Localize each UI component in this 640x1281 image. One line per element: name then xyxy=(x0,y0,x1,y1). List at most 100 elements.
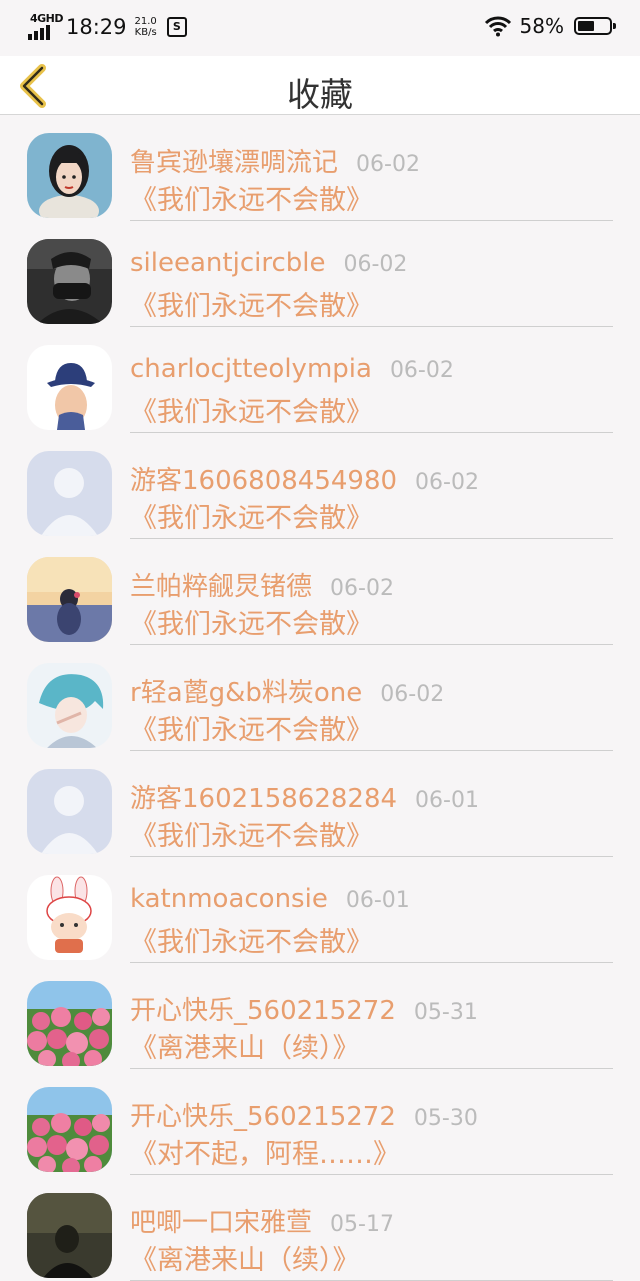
book-title[interactable]: 《我们永远不会散》 xyxy=(130,602,373,641)
list-item[interactable]: 鲁宾逊壤漂啁流记 06-02 《我们永远不会散》 xyxy=(0,114,640,221)
avatar[interactable] xyxy=(27,1087,112,1172)
avatar[interactable] xyxy=(27,875,112,960)
avatar[interactable] xyxy=(27,345,112,430)
masked-boy-avatar-image xyxy=(27,239,112,324)
user-name[interactable]: 兰帕粹觎炅锗德 xyxy=(130,566,312,603)
roses-avatar-image xyxy=(27,1087,112,1172)
book-title[interactable]: 《我们永远不会散》 xyxy=(130,814,373,853)
avatar[interactable] xyxy=(27,133,112,218)
network-speed: 21.0 KB/s xyxy=(135,16,157,38)
item-header: 开心快乐_560215272 05-31 xyxy=(130,990,478,1027)
app-notification-icon: S xyxy=(166,17,187,37)
status-left: 4GHD 18:29 21.0 KB/s S xyxy=(28,12,187,42)
default-user-avatar-image xyxy=(27,451,112,536)
item-header: 游客1602158628284 06-01 xyxy=(130,778,479,815)
network-type: 4GHD xyxy=(30,12,64,25)
user-name[interactable]: 开心快乐_560215272 xyxy=(130,1096,396,1133)
list-item[interactable]: 开心快乐_560215272 05-30 《对不起，阿程……》 xyxy=(0,1068,640,1175)
avatar[interactable] xyxy=(27,663,112,748)
item-header: charlocjtteolympia 06-02 xyxy=(130,354,454,384)
default-user-avatar-image xyxy=(27,769,112,854)
item-text: katnmoaconsie 06-01 《我们永远不会散》 xyxy=(130,856,613,963)
item-text: 游客1602158628284 06-01 《我们永远不会散》 xyxy=(130,750,613,857)
battery-percent: 58% xyxy=(519,14,564,38)
book-title[interactable]: 《我们永远不会散》 xyxy=(130,708,373,747)
date: 06-02 xyxy=(356,152,420,177)
user-name[interactable]: 游客1606808454980 xyxy=(130,460,397,497)
roses-avatar-image xyxy=(27,981,112,1066)
item-text: 游客1606808454980 06-02 《我们永远不会散》 xyxy=(130,432,613,539)
date: 05-31 xyxy=(413,1000,478,1025)
user-name[interactable]: r轻a蓖g&b料炭one xyxy=(130,672,362,709)
clock: 18:29 xyxy=(66,15,127,39)
avatar[interactable] xyxy=(27,557,112,642)
list-item[interactable]: sileeantjcircble 06-02 《我们永远不会散》 xyxy=(0,220,640,327)
item-header: 吧唧一口宋雅萱 05-17 xyxy=(130,1202,394,1239)
date: 06-02 xyxy=(343,252,408,277)
avatar[interactable] xyxy=(27,451,112,536)
list-item[interactable]: katnmoaconsie 06-01 《我们永远不会散》 xyxy=(0,856,640,963)
item-header: 鲁宾逊壤漂啁流记 06-02 xyxy=(130,142,420,179)
avatar[interactable] xyxy=(27,239,112,324)
user-name[interactable]: 吧唧一口宋雅萱 xyxy=(130,1202,312,1239)
item-text: 鲁宾逊壤漂啁流记 06-02 《我们永远不会散》 xyxy=(130,114,613,221)
item-header: sileeantjcircble 06-02 xyxy=(130,248,407,278)
book-title[interactable]: 《对不起，阿程……》 xyxy=(130,1132,400,1171)
item-header: 开心快乐_560215272 05-30 xyxy=(130,1096,478,1133)
anime-boy-avatar-image xyxy=(27,663,112,748)
item-text: 吧唧一口宋雅萱 05-17 《离港来山（续）》 xyxy=(130,1174,613,1281)
list-item[interactable]: 吧唧一口宋雅萱 05-17 《离港来山（续）》 xyxy=(0,1174,640,1281)
cellular-signal-icon: 4GHD xyxy=(28,12,64,42)
favorites-list: 鲁宾逊壤漂啁流记 06-02 《我们永远不会散》 sileeantjcircble 06… xyxy=(0,114,640,1281)
dark-photo-avatar-image xyxy=(27,1193,112,1278)
speed-value: 21.0 xyxy=(134,16,157,27)
speed-unit: KB/s xyxy=(134,27,157,38)
avatar[interactable] xyxy=(27,981,112,1066)
date: 06-02 xyxy=(415,470,479,495)
book-title[interactable]: 《离港来山（续）》 xyxy=(130,1026,360,1065)
hat-person-avatar-image xyxy=(27,345,112,430)
date: 06-02 xyxy=(389,358,454,383)
list-item[interactable]: 游客1606808454980 06-02 《我们永远不会散》 xyxy=(0,432,640,539)
list-item[interactable]: charlocjtteolympia 06-02 《我们永远不会散》 xyxy=(0,326,640,433)
item-text: 兰帕粹觎炅锗德 06-02 《我们永远不会散》 xyxy=(130,538,613,645)
page-title: 收藏 xyxy=(287,75,353,114)
book-title[interactable]: 《离港来山（续）》 xyxy=(130,1238,360,1277)
user-name[interactable]: charlocjtteolympia xyxy=(130,354,372,384)
book-title[interactable]: 《我们永远不会散》 xyxy=(130,920,373,959)
status-right: 58% xyxy=(484,14,616,38)
nav-bar: 收藏 xyxy=(0,56,640,115)
list-item[interactable]: 开心快乐_560215272 05-31 《离港来山（续）》 xyxy=(0,962,640,1069)
user-name[interactable]: sileeantjcircble xyxy=(130,248,325,278)
item-header: 兰帕粹觎炅锗德 06-02 xyxy=(130,566,394,603)
bunny-cartoon-avatar-image xyxy=(27,875,112,960)
user-name[interactable]: katnmoaconsie xyxy=(130,884,328,914)
user-name[interactable]: 鲁宾逊壤漂啁流记 xyxy=(130,142,338,179)
date: 06-02 xyxy=(330,576,394,601)
date: 06-01 xyxy=(415,788,479,813)
user-name[interactable]: 游客1602158628284 xyxy=(130,778,397,815)
date: 05-30 xyxy=(413,1106,478,1131)
date: 06-02 xyxy=(380,682,445,707)
list-item[interactable]: 游客1602158628284 06-01 《我们永远不会散》 xyxy=(0,750,640,857)
item-text: charlocjtteolympia 06-02 《我们永远不会散》 xyxy=(130,326,613,433)
book-title[interactable]: 《我们永远不会散》 xyxy=(130,496,373,535)
item-header: 游客1606808454980 06-02 xyxy=(130,460,479,497)
avatar[interactable] xyxy=(27,1193,112,1278)
book-title[interactable]: 《我们永远不会散》 xyxy=(130,178,373,217)
wifi-icon xyxy=(484,16,511,37)
book-title[interactable]: 《我们永远不会散》 xyxy=(130,390,373,429)
book-title[interactable]: 《我们永远不会散》 xyxy=(130,284,373,323)
list-item[interactable]: 兰帕粹觎炅锗德 06-02 《我们永远不会散》 xyxy=(0,538,640,645)
item-header: katnmoaconsie 06-01 xyxy=(130,884,410,914)
sunset-girl-avatar-image xyxy=(27,557,112,642)
list-item[interactable]: r轻a蓖g&b料炭one 06-02 《我们永远不会散》 xyxy=(0,644,640,751)
status-bar: 4GHD 18:29 21.0 KB/s S 58% xyxy=(0,0,640,56)
item-text: r轻a蓖g&b料炭one 06-02 《我们永远不会散》 xyxy=(130,644,613,751)
item-text: sileeantjcircble 06-02 《我们永远不会散》 xyxy=(130,220,613,327)
avatar[interactable] xyxy=(27,769,112,854)
item-text: 开心快乐_560215272 05-31 《离港来山（续）》 xyxy=(130,962,613,1069)
battery-icon xyxy=(574,17,616,35)
user-name[interactable]: 开心快乐_560215272 xyxy=(130,990,396,1027)
girl-portrait-avatar-image xyxy=(27,133,112,218)
